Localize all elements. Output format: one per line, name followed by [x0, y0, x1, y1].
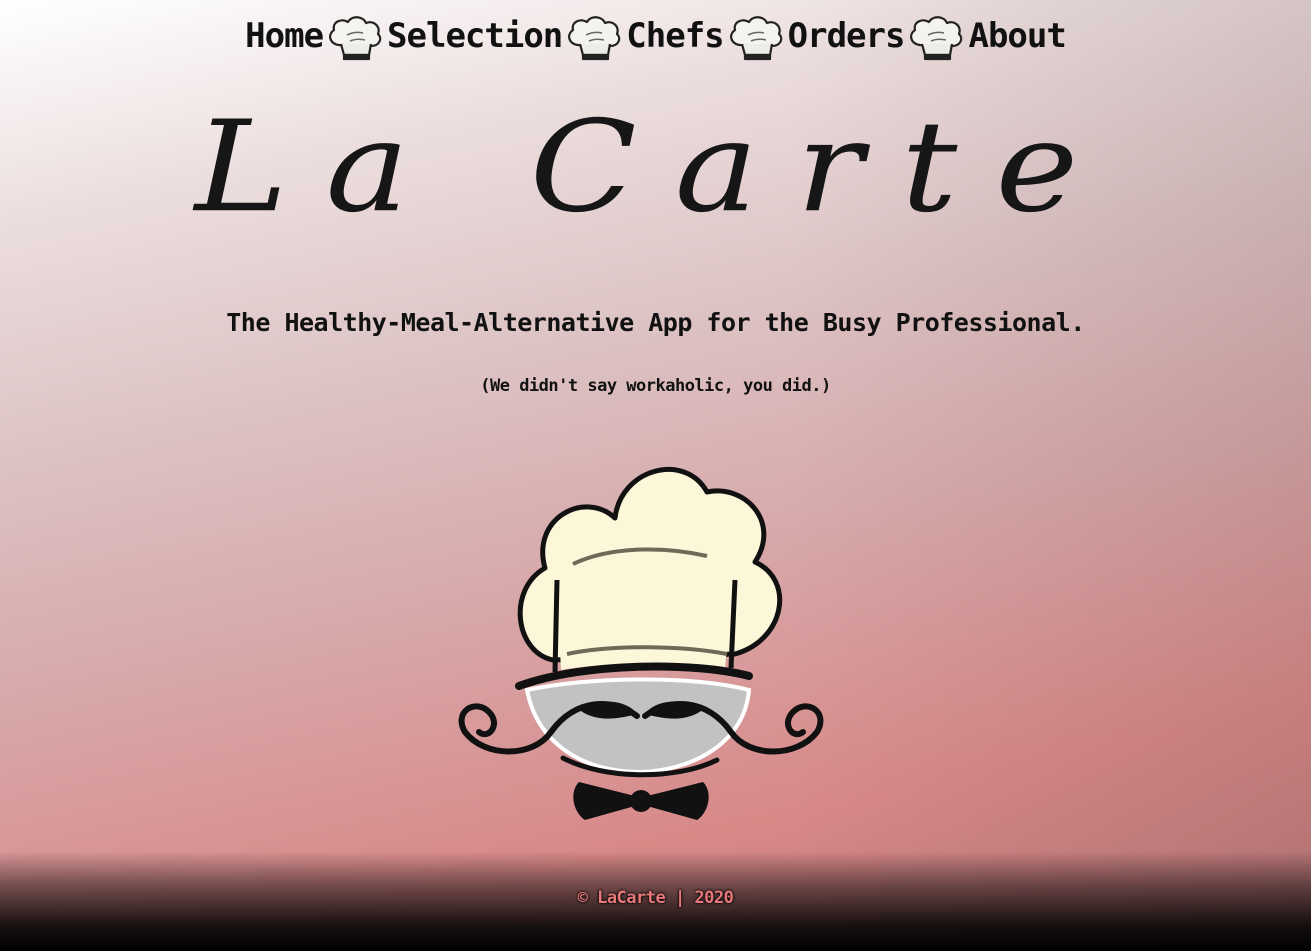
top-nav: Home Selection Chefs Orders About: [0, 6, 1311, 66]
chef-hat-icon: [726, 11, 786, 61]
brand-title: La Carte: [194, 94, 1117, 241]
footer-copyright: © LaCarte | 2020: [577, 888, 734, 908]
chef-hat-icon: [906, 11, 966, 61]
nav-chefs[interactable]: Chefs: [626, 16, 724, 56]
chef-mascot-icon: [445, 440, 845, 830]
chef-hat-icon: [325, 11, 385, 61]
hero-tagline: The Healthy-Meal-Alternative App for the…: [226, 308, 1085, 337]
nav-home[interactable]: Home: [245, 16, 324, 56]
nav-orders[interactable]: Orders: [788, 16, 906, 56]
hat-band: [557, 575, 731, 670]
hero-subtagline: (We didn't say workaholic, you did.): [480, 376, 831, 396]
chef-hat-icon: [564, 11, 624, 61]
nav-selection[interactable]: Selection: [387, 16, 563, 56]
nav-about[interactable]: About: [968, 16, 1066, 56]
